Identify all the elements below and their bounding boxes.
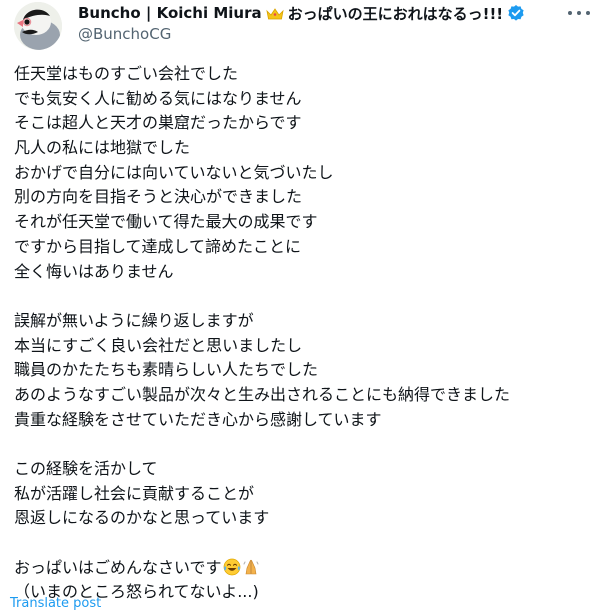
tweet-line: ですから目指して達成して諦めたことに: [14, 236, 302, 256]
author-handle[interactable]: @BunchoCG: [78, 25, 171, 43]
tweet-line: 私が活躍し社会に貢献することが: [14, 483, 255, 503]
tweet-line: この経験を活かして: [14, 459, 158, 478]
tweet-line-with-emoji: おっぱいはごめんなさいです: [14, 556, 589, 581]
author-name-suffix[interactable]: おっぱいの王におれはなるっ!!!: [288, 3, 504, 24]
tweet-line: 別の方向を目指そうと決心ができました: [14, 187, 303, 207]
author-name-row[interactable]: Buncho | Koichi Miura おっぱいの王におれはなるっ!!!: [78, 2, 525, 24]
tweet-line: 誤解が無いように繰り返しますが: [14, 310, 254, 330]
tweet-line: そこは超人と天才の巣窟だったからです: [14, 113, 302, 133]
tweet-line: おっぱいはごめんなさいです: [14, 557, 222, 577]
tweet-line: でも気安く人に勧める気にはなりません: [14, 88, 302, 108]
tweet-line: 任天堂はものすごい会社でした: [14, 64, 239, 83]
tweet-text: 任天堂はものすごい会社でした でも気安く人に勧める気にはなりません そこは超人と…: [14, 62, 589, 605]
tweet-line: 貴重な経験をさせていただき心から感謝しています: [14, 409, 382, 429]
verified-badge-icon: [507, 4, 525, 22]
tweet-line: 凡人の私には地獄でした: [14, 138, 191, 158]
translate-post-link[interactable]: Translate post: [10, 596, 101, 611]
sparrow-avatar-icon: [14, 2, 62, 50]
tweet-line: 全く悔いはありません: [14, 261, 174, 281]
tweet-line: 恩返しになるのかなと思っています: [14, 508, 270, 528]
tweet-header: Buncho | Koichi Miura おっぱいの王におれはなるっ!!! @…: [0, 0, 600, 52]
tweet-line: それが任天堂で働いて得た最大の成果です: [14, 212, 318, 232]
avatar[interactable]: [14, 2, 62, 50]
tweet-line: あのようなすごい製品が次々と生み出されることにも納得できました: [14, 384, 511, 404]
tweet-line: 職員のかたたちも素晴らしい人たちでした: [14, 360, 319, 380]
more-options-icon[interactable]: [568, 4, 590, 22]
crown-icon: [265, 6, 284, 20]
author-display-name[interactable]: Buncho | Koichi Miura: [78, 4, 262, 22]
tweet-line: 本当にすごく良い会社だと思いましたし: [14, 335, 303, 355]
tweet-line: おかげで自分には向いていないと気づいたし: [14, 162, 334, 182]
